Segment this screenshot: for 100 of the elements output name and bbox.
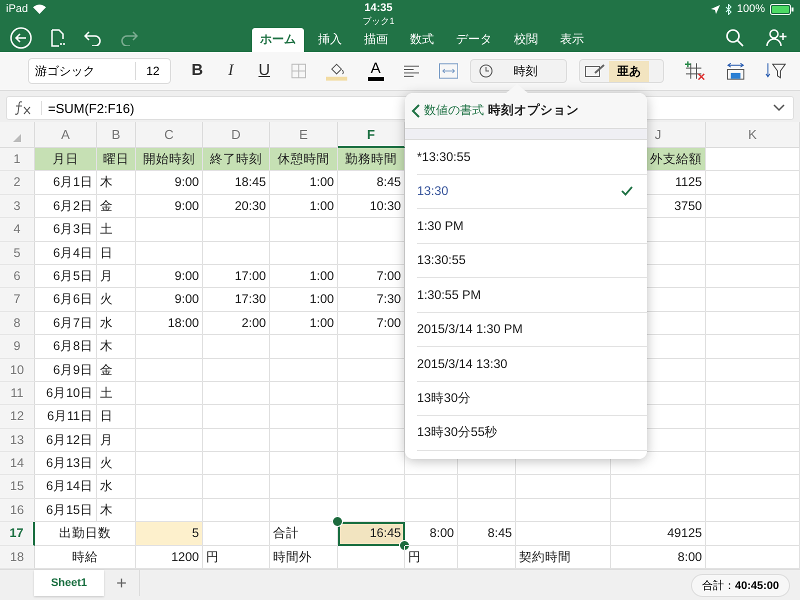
column-header[interactable]: E	[270, 122, 338, 148]
row-header[interactable]: 15	[0, 475, 35, 499]
table-cell	[203, 428, 270, 452]
table-cell	[136, 428, 203, 452]
font-size: 12	[135, 62, 170, 80]
format-button[interactable]: B	[190, 62, 204, 80]
table-cell	[270, 452, 338, 476]
table-cell: 1:00	[270, 264, 338, 288]
format-option[interactable]: 1:30 PM	[417, 209, 647, 244]
row-header[interactable]: 1	[0, 148, 35, 172]
table-cell: 1:00	[270, 194, 338, 218]
align-left-icon[interactable]	[404, 65, 420, 77]
table-cell	[405, 475, 458, 499]
window-title: ブック1	[362, 15, 394, 28]
table-cell: 6月4日	[35, 242, 97, 265]
ribbon-tab[interactable]: 表示	[552, 28, 592, 52]
column-header[interactable]: A	[35, 122, 97, 148]
row-header[interactable]: 2	[0, 171, 35, 195]
ribbon-tab[interactable]: 数式	[402, 28, 442, 52]
insert-delete-icon[interactable]	[684, 61, 706, 81]
table-cell: 1:00	[270, 288, 338, 312]
format-option[interactable]: 1:30:55 PM	[417, 278, 647, 312]
merge-cells-icon[interactable]	[439, 63, 458, 79]
table-cell	[458, 475, 516, 499]
undo-icon[interactable]	[84, 30, 102, 46]
row-header[interactable]: 8	[0, 312, 35, 336]
row-header[interactable]: 4	[0, 218, 35, 242]
row-header[interactable]: 12	[0, 405, 35, 429]
format-option[interactable]: 2015/3/14 1:30 PM	[417, 312, 647, 347]
row-header[interactable]: 13	[0, 428, 35, 452]
table-cell: 2:00	[203, 312, 270, 336]
ribbon-tab[interactable]: ホーム	[252, 28, 304, 52]
table-cell	[203, 218, 270, 242]
sheet-tab[interactable]: Sheet1	[34, 570, 104, 596]
font-color-button[interactable]: A	[368, 61, 384, 81]
table-cell: 6月3日	[35, 218, 97, 242]
row-header[interactable]: 5	[0, 242, 35, 265]
selection-handle[interactable]	[399, 540, 410, 551]
file-icon[interactable]	[50, 29, 66, 47]
format-option[interactable]: 2015/3/14 13:30	[417, 347, 647, 382]
back-icon[interactable]	[10, 27, 32, 49]
row-header[interactable]: 6	[0, 264, 35, 288]
ribbon-tab[interactable]: 描画	[356, 28, 396, 52]
formula-text: =SUM(F2:F16)	[47, 100, 134, 116]
format-option[interactable]: 13時30分	[417, 382, 647, 416]
table-cell: 木	[97, 171, 136, 195]
table-cell: 6月6日	[35, 288, 97, 312]
ribbon-tab[interactable]: データ	[448, 28, 500, 52]
row-header[interactable]: 3	[0, 194, 35, 218]
row-header[interactable]: 7	[0, 288, 35, 312]
sort-filter-icon[interactable]	[764, 61, 786, 81]
wifi-icon	[33, 4, 46, 14]
chevron-down-icon[interactable]	[773, 104, 785, 112]
format-option[interactable]: 13:30	[417, 174, 647, 209]
battery-percent: 100%	[736, 3, 765, 15]
table-cell: 6月5日	[35, 264, 97, 288]
table-cell	[203, 405, 270, 429]
column-header[interactable]: C	[136, 122, 203, 148]
sum-indicator: 合計：40:45:00	[690, 574, 790, 597]
table-cell: 月	[97, 428, 136, 452]
table-cell: 土	[97, 218, 136, 242]
format-option[interactable]: *13:30:55	[417, 140, 647, 174]
back-link[interactable]: 数値の書式	[411, 102, 484, 119]
format-button[interactable]: I	[224, 62, 238, 80]
format-option[interactable]: 13時30分55秒	[417, 416, 647, 450]
row-header[interactable]: 14	[0, 452, 35, 476]
search-icon[interactable]	[726, 29, 744, 47]
autofit-icon[interactable]	[726, 62, 745, 80]
font-picker[interactable]: 游ゴシック 12	[28, 58, 171, 84]
row-header[interactable]: 9	[0, 335, 35, 359]
table-cell: 8:45	[458, 522, 516, 546]
column-header[interactable]: F	[338, 122, 405, 148]
row-header[interactable]: 11	[0, 382, 35, 406]
table-cell: 6月11日	[35, 405, 97, 429]
number-format-dropdown[interactable]: 時刻	[470, 59, 568, 83]
column-header[interactable]: B	[97, 122, 136, 148]
column-header[interactable]: K	[706, 122, 800, 148]
format-button[interactable]: U	[258, 62, 272, 80]
cell-style-dropdown[interactable]: 亜あ	[579, 59, 664, 83]
checkmark-icon	[621, 186, 633, 196]
column-header[interactable]: D	[203, 122, 270, 148]
table-cell	[136, 335, 203, 359]
add-sheet-button[interactable]: +	[104, 570, 140, 596]
ribbon-tab[interactable]: 校閲	[506, 28, 546, 52]
add-person-icon[interactable]	[766, 29, 788, 47]
table-cell: 6月14日	[35, 475, 97, 499]
ribbon-tab[interactable]: 挿入	[310, 28, 350, 52]
table-cell	[203, 498, 270, 522]
table-cell: 日	[97, 242, 136, 265]
format-option[interactable]: 13:30:55	[417, 244, 647, 278]
row-header[interactable]: 10	[0, 358, 35, 382]
selection-handle[interactable]	[332, 516, 343, 528]
row-header[interactable]: 16	[0, 498, 35, 522]
table-cell: 勤務時間	[338, 148, 405, 172]
table-cell: 火	[97, 288, 136, 312]
table-cell: 6月8日	[35, 335, 97, 359]
table-cell: 月日	[35, 148, 97, 172]
table-cell: 17:30	[203, 288, 270, 312]
row-header[interactable]: 17	[0, 522, 35, 546]
row-header[interactable]: 18	[0, 546, 35, 570]
